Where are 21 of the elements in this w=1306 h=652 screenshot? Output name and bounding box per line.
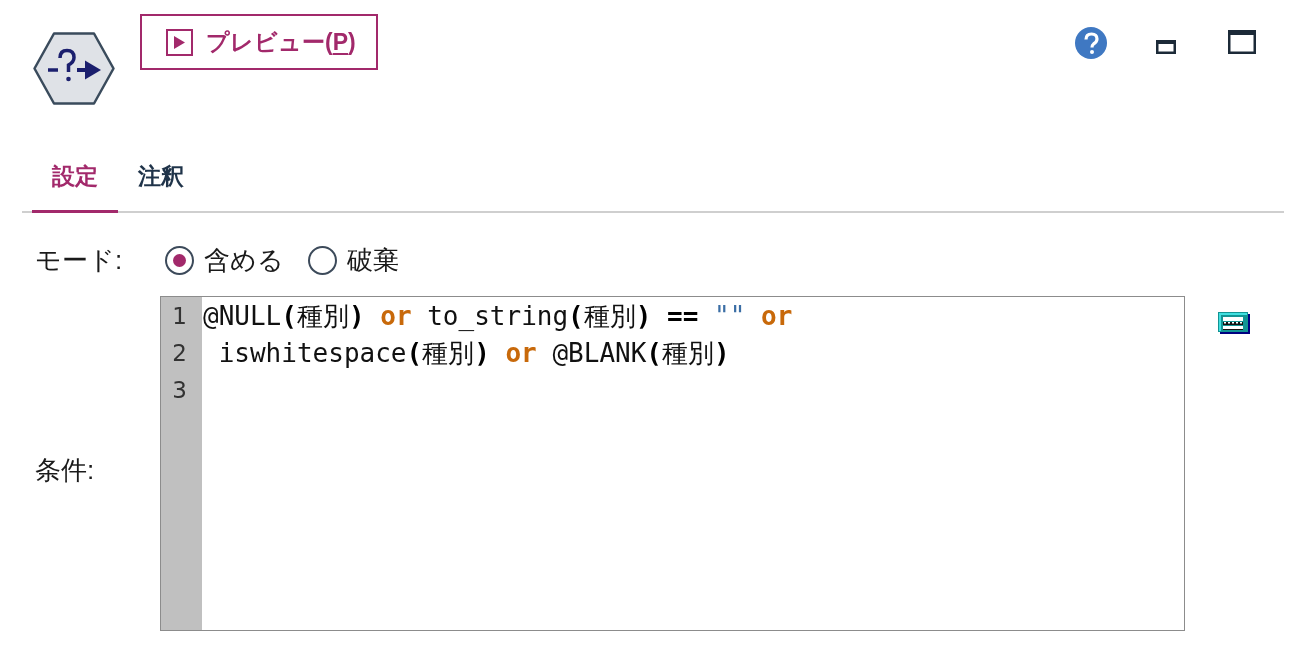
hexagon-arrow-icon <box>33 32 115 105</box>
minimize-icon[interactable] <box>1156 40 1176 54</box>
preview-button[interactable]: プレビュー(P) <box>140 14 378 70</box>
mode-label: モード: <box>35 243 124 277</box>
maximize-icon[interactable] <box>1228 30 1256 54</box>
play-icon <box>166 28 193 56</box>
code-line: iswhitespace(種別) or @BLANK(種別) <box>217 338 730 368</box>
help-icon[interactable] <box>1075 27 1107 59</box>
tab[interactable]: 注釈 <box>118 150 204 213</box>
radio-button[interactable] <box>165 245 194 275</box>
radio-label[interactable]: 含める <box>204 240 284 280</box>
line-number: 3 <box>172 376 187 405</box>
condition-label: 条件: <box>35 454 95 487</box>
code-editor[interactable]: 1 2 3 @NULL(種別) or to_string(種別) == "" or iswhitespace(種別) or @BLANK(種別) <box>160 296 1185 631</box>
tab[interactable]: 設定 <box>32 150 118 213</box>
code-line: @NULL(種別) or to_string(種別) == "" or <box>203 301 793 331</box>
radio-label[interactable]: 破棄 <box>347 240 399 280</box>
line-number: 1 <box>172 302 187 331</box>
dialog-icon[interactable] <box>1218 312 1250 334</box>
radio-button[interactable] <box>308 245 337 275</box>
line-number: 2 <box>172 339 187 368</box>
